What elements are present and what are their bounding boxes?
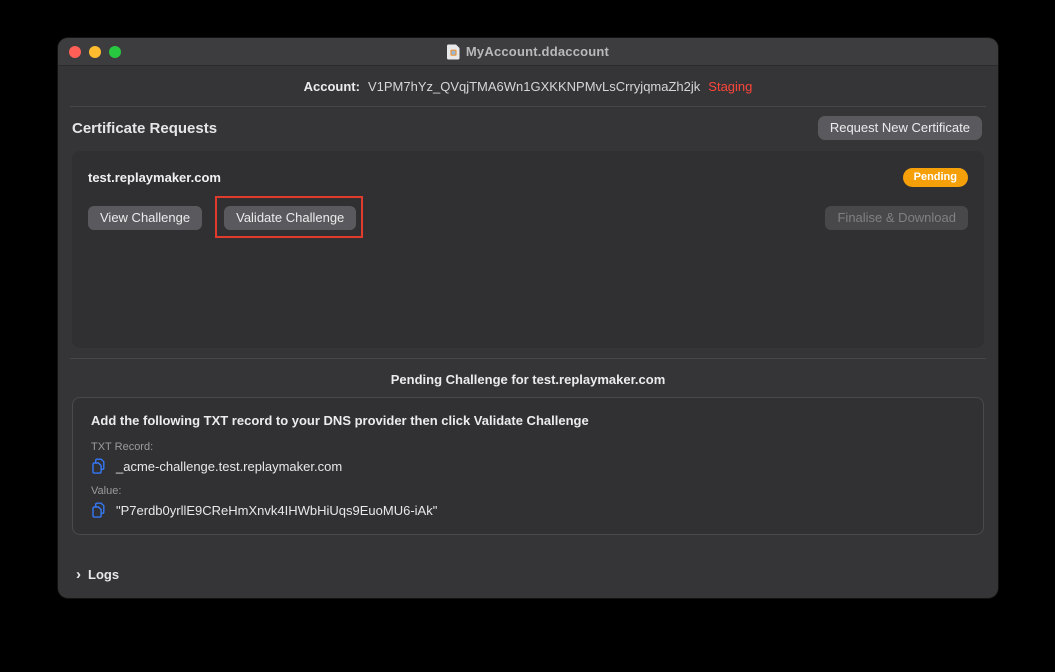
copy-icon xyxy=(91,458,107,475)
finalise-download-button[interactable]: Finalise & Download xyxy=(825,206,968,230)
txt-record-label: TXT Record: xyxy=(91,441,965,453)
annotation-highlight-box: Validate Challenge xyxy=(224,206,356,230)
challenge-details-box: Add the following TXT record to your DNS… xyxy=(72,397,984,535)
logs-label: Logs xyxy=(88,567,119,582)
request-domain: test.replaymaker.com xyxy=(88,170,221,185)
window-title: MyAccount.ddaccount xyxy=(466,44,609,59)
copy-icon xyxy=(91,502,107,519)
app-window: MyAccount.ddaccount Account: V1PM7hYz_QV… xyxy=(58,38,998,598)
environment-badge: Staging xyxy=(708,79,752,94)
account-row: Account: V1PM7hYz_QVqjTMA6Wn1GXKKNPMvLsC… xyxy=(58,66,998,106)
value-label: Value: xyxy=(91,485,965,497)
close-window-button[interactable] xyxy=(69,46,81,58)
divider xyxy=(70,106,986,107)
validate-challenge-button[interactable]: Validate Challenge xyxy=(224,206,356,230)
account-id: V1PM7hYz_QVqjTMA6Wn1GXKKNPMvLsCrryjqmaZh… xyxy=(368,79,700,94)
status-badge: Pending xyxy=(903,168,968,187)
traffic-lights xyxy=(69,38,121,65)
zoom-window-button[interactable] xyxy=(109,46,121,58)
copy-value-button[interactable] xyxy=(91,502,107,519)
certificate-request-card: test.replaymaker.com Pending View Challe… xyxy=(72,151,984,348)
section-title-certificate-requests: Certificate Requests xyxy=(72,120,217,137)
copy-txt-record-button[interactable] xyxy=(91,458,107,475)
account-label: Account: xyxy=(304,79,360,94)
minimize-window-button[interactable] xyxy=(89,46,101,58)
request-new-certificate-button[interactable]: Request New Certificate xyxy=(818,116,982,140)
chevron-right-icon: › xyxy=(76,568,81,581)
challenge-instructions: Add the following TXT record to your DNS… xyxy=(91,413,965,428)
document-icon xyxy=(447,44,460,60)
txt-record-value: _acme-challenge.test.replaymaker.com xyxy=(116,459,342,474)
logs-disclosure[interactable]: › Logs xyxy=(76,567,119,582)
view-challenge-button[interactable]: View Challenge xyxy=(88,206,202,230)
divider xyxy=(70,358,986,359)
titlebar[interactable]: MyAccount.ddaccount xyxy=(58,38,998,66)
pending-challenge-heading: Pending Challenge for test.replaymaker.c… xyxy=(58,372,998,387)
challenge-value: "P7erdb0yrllE9CReHmXnvk4IHWbHiUqs9EuoMU6… xyxy=(116,503,437,518)
